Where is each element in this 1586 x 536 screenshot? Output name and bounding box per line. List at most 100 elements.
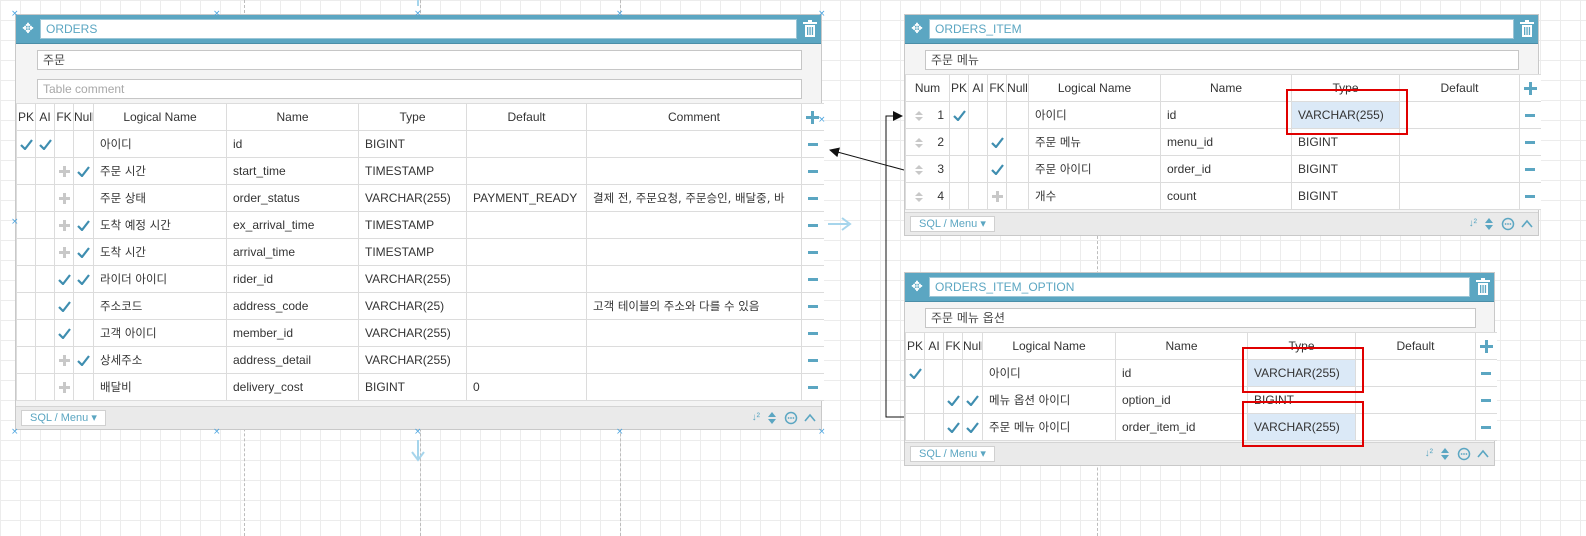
fk-flag-cell[interactable] bbox=[987, 155, 1007, 183]
column-cell[interactable]: option_id bbox=[1115, 386, 1248, 414]
column-cell[interactable] bbox=[466, 265, 587, 293]
ai-flag-cell[interactable] bbox=[35, 346, 55, 374]
column-cell[interactable]: order_id bbox=[1160, 155, 1292, 183]
table-row[interactable]: 2 주문 메뉴 menu_id BIGINT bbox=[905, 128, 1541, 156]
pk-flag-cell[interactable] bbox=[16, 319, 36, 347]
column-cell[interactable] bbox=[586, 130, 802, 158]
column-cell[interactable]: 메뉴 옵션 아이디 bbox=[982, 386, 1116, 414]
fk-flag-cell[interactable] bbox=[54, 157, 74, 185]
column-cell[interactable] bbox=[586, 157, 802, 185]
table-row[interactable]: 아이디 id BIGINT bbox=[16, 130, 824, 158]
orders-item-option-table[interactable]: ✥ ORDERS_ITEM_OPTION 주문 메뉴 옵션 PK AI FK Null… bbox=[904, 272, 1497, 466]
selection-handle[interactable]: × bbox=[213, 10, 221, 19]
check-icon[interactable] bbox=[57, 301, 71, 312]
table-row[interactable]: 배달비 delivery_cost BIGINT 0 bbox=[16, 373, 824, 401]
plus-icon[interactable] bbox=[1523, 82, 1537, 96]
column-cell[interactable]: 상세주소 bbox=[93, 346, 227, 374]
column-cell[interactable] bbox=[466, 292, 587, 320]
reorder-icon[interactable] bbox=[915, 164, 923, 176]
cross-icon[interactable] bbox=[58, 247, 70, 258]
cross-icon[interactable] bbox=[58, 355, 70, 366]
minus-icon[interactable] bbox=[807, 224, 818, 227]
remove-column-cell[interactable] bbox=[801, 238, 824, 266]
column-cell[interactable] bbox=[1399, 182, 1520, 210]
null-flag-cell[interactable] bbox=[1006, 128, 1029, 156]
minus-icon[interactable] bbox=[1481, 399, 1492, 402]
column-cell[interactable]: member_id bbox=[226, 319, 359, 347]
reorder-icon[interactable] bbox=[915, 137, 923, 149]
column-cell[interactable]: start_time bbox=[226, 157, 359, 185]
column-cell[interactable]: 도착 예정 시간 bbox=[93, 211, 227, 239]
check-icon[interactable] bbox=[952, 110, 966, 121]
move-icon[interactable]: ✥ bbox=[909, 21, 925, 37]
minus-icon[interactable] bbox=[807, 278, 818, 281]
remove-column-cell[interactable] bbox=[801, 157, 824, 185]
column-cell[interactable]: 주문 아이디 bbox=[1028, 155, 1161, 183]
table-name-input[interactable]: ORDERS_ITEM bbox=[929, 19, 1514, 39]
row-number-cell[interactable]: 3 bbox=[905, 155, 950, 183]
table-row[interactable]: 1 아이디 id VARCHAR(255) bbox=[905, 101, 1541, 129]
table-logical-name-input[interactable]: 주문 bbox=[37, 50, 802, 70]
pk-flag-cell[interactable] bbox=[16, 157, 36, 185]
comment-icon[interactable] bbox=[1457, 447, 1471, 461]
check-icon[interactable] bbox=[57, 274, 71, 285]
column-cell[interactable]: count bbox=[1160, 182, 1292, 210]
column-cell[interactable]: address_detail bbox=[226, 346, 359, 374]
remove-column-cell[interactable] bbox=[801, 346, 824, 374]
column-cell[interactable] bbox=[466, 130, 587, 158]
table-name-input[interactable]: ORDERS bbox=[40, 19, 797, 39]
fk-flag-cell[interactable] bbox=[54, 211, 74, 239]
selection-handle[interactable]: × bbox=[616, 428, 624, 437]
selection-handle[interactable]: × bbox=[818, 428, 826, 437]
minus-icon[interactable] bbox=[807, 251, 818, 254]
column-cell[interactable]: 0 bbox=[466, 373, 587, 401]
minus-icon[interactable] bbox=[1481, 426, 1492, 429]
table-row[interactable]: 아이디 id VARCHAR(255) bbox=[905, 359, 1497, 387]
collapse-icon[interactable] bbox=[1520, 217, 1534, 231]
table-name-input[interactable]: ORDERS_ITEM_OPTION bbox=[929, 277, 1470, 297]
selection-handle[interactable]: × bbox=[11, 428, 19, 437]
fk-flag-cell[interactable] bbox=[987, 101, 1007, 129]
add-column-cell[interactable] bbox=[1519, 74, 1541, 102]
pk-flag-cell[interactable] bbox=[905, 386, 925, 414]
minus-icon[interactable] bbox=[1525, 141, 1536, 144]
column-cell[interactable]: id bbox=[1115, 359, 1248, 387]
fk-flag-cell[interactable] bbox=[987, 182, 1007, 210]
ai-flag-cell[interactable] bbox=[924, 359, 944, 387]
pk-flag-cell[interactable] bbox=[16, 265, 36, 293]
remove-column-cell[interactable] bbox=[1519, 182, 1541, 210]
check-icon[interactable] bbox=[19, 139, 33, 150]
pk-flag-cell[interactable] bbox=[16, 184, 36, 212]
null-flag-cell[interactable] bbox=[73, 319, 94, 347]
selection-handle[interactable]: × bbox=[213, 428, 221, 437]
pk-flag-cell[interactable] bbox=[16, 292, 36, 320]
sql-menu-button[interactable]: SQL / Menu ▾ bbox=[910, 216, 995, 232]
minus-icon[interactable] bbox=[807, 305, 818, 308]
null-flag-cell[interactable] bbox=[962, 413, 983, 441]
remove-column-cell[interactable] bbox=[1519, 101, 1541, 129]
highlighted-type-cell[interactable]: VARCHAR(255) bbox=[1247, 413, 1356, 441]
column-cell[interactable]: 주문 상태 bbox=[93, 184, 227, 212]
table-row[interactable]: 주문 상태 order_status VARCHAR(255) PAYMENT_REA… bbox=[16, 184, 824, 212]
column-cell[interactable]: 고객 테이블의 주소와 다를 수 있음 bbox=[586, 292, 802, 320]
check-icon[interactable] bbox=[77, 166, 90, 177]
null-flag-cell[interactable] bbox=[1006, 101, 1029, 129]
selection-handle[interactable]: × bbox=[11, 10, 19, 19]
column-cell[interactable]: 개수 bbox=[1028, 182, 1161, 210]
reorder-icon[interactable] bbox=[765, 411, 779, 425]
column-cell[interactable]: 도착 시간 bbox=[93, 238, 227, 266]
column-cell[interactable] bbox=[586, 346, 802, 374]
minus-icon[interactable] bbox=[807, 197, 818, 200]
cross-icon[interactable] bbox=[991, 191, 1003, 202]
sql-menu-button[interactable]: SQL / Menu ▾ bbox=[21, 410, 106, 426]
ai-flag-cell[interactable] bbox=[968, 155, 988, 183]
fk-flag-cell[interactable] bbox=[54, 292, 74, 320]
pk-flag-cell[interactable] bbox=[16, 211, 36, 239]
null-flag-cell[interactable] bbox=[73, 157, 94, 185]
ai-flag-cell[interactable] bbox=[35, 211, 55, 239]
row-number-cell[interactable]: 4 bbox=[905, 182, 950, 210]
table-row[interactable]: 주문 메뉴 아이디 order_item_id VARCHAR(255) bbox=[905, 413, 1497, 441]
plus-icon[interactable] bbox=[1479, 340, 1493, 354]
check-icon[interactable] bbox=[966, 395, 979, 406]
column-cell[interactable] bbox=[466, 319, 587, 347]
